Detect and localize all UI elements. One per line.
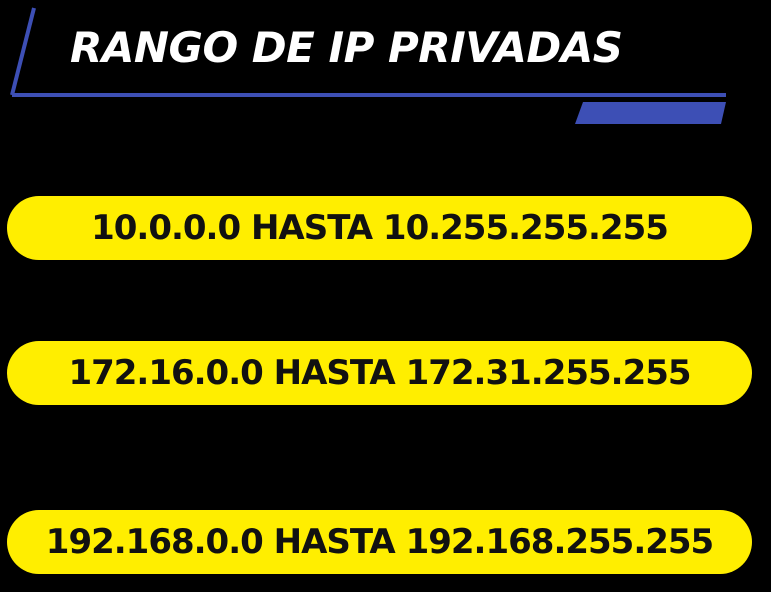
- frame-left-line: [10, 7, 36, 96]
- ip-range-pill-3: 192.168.0.0 HASTA 192.168.255.255: [7, 510, 752, 574]
- ip-range-pill-1: 10.0.0.0 HASTA 10.255.255.255: [7, 196, 752, 260]
- ip-range-label: 10.0.0.0 HASTA 10.255.255.255: [91, 208, 669, 248]
- frame-accent-block: [575, 102, 726, 124]
- page-title: RANGO DE IP PRIVADAS: [70, 23, 623, 72]
- ip-range-label: 192.168.0.0 HASTA 192.168.255.255: [45, 522, 714, 562]
- ip-range-pill-2: 172.16.0.0 HASTA 172.31.255.255: [7, 341, 752, 405]
- ip-range-label: 172.16.0.0 HASTA 172.31.255.255: [68, 353, 691, 393]
- title-banner: RANGO DE IP PRIVADAS: [0, 0, 771, 130]
